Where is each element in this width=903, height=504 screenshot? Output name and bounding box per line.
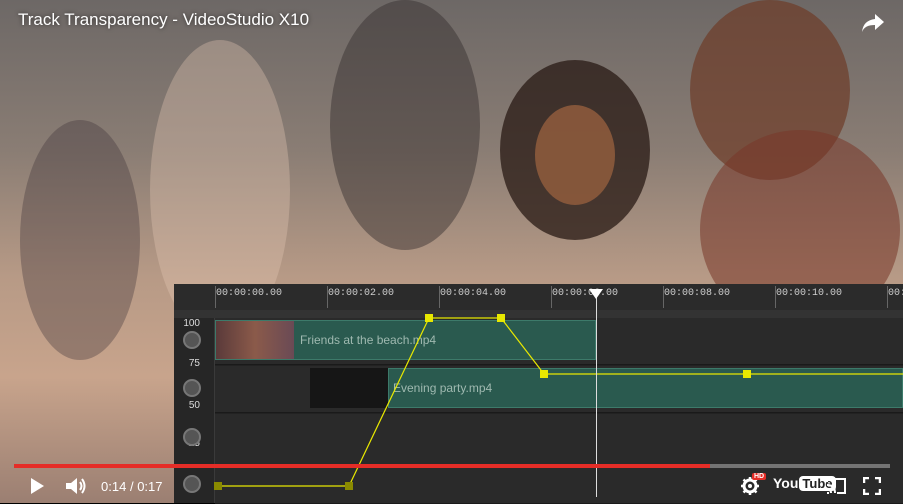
play-button[interactable] — [24, 474, 50, 498]
hd-badge: HD — [752, 473, 767, 480]
time-separator: / — [129, 479, 134, 494]
fullscreen-icon — [863, 477, 881, 495]
player-controls: 0:14 / 0:17 HD You Tube — [0, 470, 903, 503]
volume-button[interactable] — [64, 474, 90, 498]
fullscreen-button[interactable] — [860, 474, 884, 498]
volume-icon — [66, 478, 86, 494]
person-silhouette-left — [20, 120, 140, 360]
share-icon[interactable] — [861, 12, 885, 34]
keyframe[interactable] — [497, 314, 505, 322]
youtube-logo-you: You — [773, 475, 799, 491]
keyframe[interactable] — [743, 370, 751, 378]
time-display: 0:14 / 0:17 — [101, 479, 163, 494]
progress-fill — [14, 464, 710, 468]
duration: 0:17 — [137, 479, 163, 494]
face-smiling — [535, 105, 615, 205]
video-title[interactable]: Track Transparency - VideoStudio X10 — [18, 10, 309, 30]
current-time: 0:14 — [101, 479, 127, 494]
playhead-marker[interactable] — [589, 289, 603, 299]
cast-icon — [826, 478, 846, 494]
cast-button[interactable] — [823, 474, 849, 498]
play-icon — [31, 478, 44, 494]
person-silhouette-dark — [330, 0, 480, 250]
keyframe[interactable] — [425, 314, 433, 322]
keyframe[interactable] — [540, 370, 548, 378]
